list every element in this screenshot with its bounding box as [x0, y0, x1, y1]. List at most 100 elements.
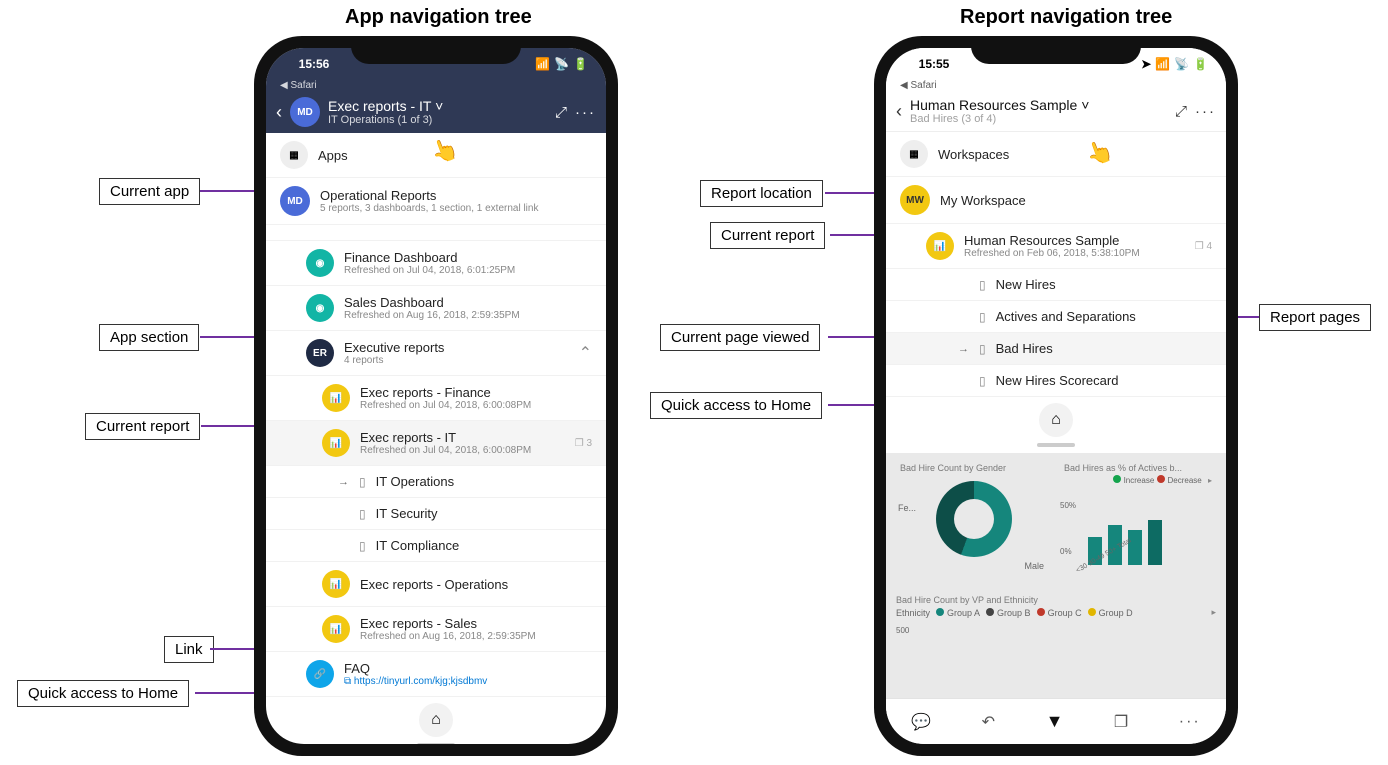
report-page-row[interactable]: ▯ New Hires [886, 269, 1226, 301]
page-icon: ▯ [359, 507, 366, 521]
more-icon[interactable]: ··· [1195, 103, 1216, 120]
left-title: App navigation tree [345, 6, 532, 29]
battery-icon: 🔋 [573, 57, 588, 71]
signal-icon: 📶 [1155, 57, 1170, 71]
status-time: 15:56 [284, 57, 344, 71]
partial-row: . [266, 225, 606, 241]
report-icon: 📊 [322, 615, 350, 643]
callout-quick-home-left: Quick access to Home [17, 680, 189, 707]
chevron-right-icon[interactable]: ▸ [1208, 476, 1212, 485]
back-icon[interactable]: ‹ [896, 101, 902, 122]
right-title: Report navigation tree [960, 6, 1172, 29]
header-avatar: MD [290, 97, 320, 127]
callout-report-location: Report location [700, 180, 823, 207]
chart-label: Male [1024, 561, 1044, 571]
callout-current-report-right: Current report [710, 222, 825, 249]
undo-icon[interactable]: ↶ [982, 712, 995, 732]
header-title[interactable]: Human Resources Sample ˅ [910, 97, 1167, 113]
left-phone-screen: 15:56 📶 📡 🔋 ◀ Safari ‹ MD Exec reports -… [266, 48, 606, 744]
header-subtitle: IT Operations (1 of 3) [328, 114, 547, 126]
more-icon[interactable]: ··· [575, 104, 596, 121]
waterfall-chart[interactable]: Bad Hires as % of Actives b... Increase … [1060, 459, 1216, 589]
workspaces-icon: ▦ [900, 140, 928, 168]
page-icon: ▯ [979, 374, 986, 388]
arrow-right-icon: → [338, 476, 349, 488]
current-app-row[interactable]: MD Operational Reports 5 reports, 3 dash… [266, 178, 606, 225]
left-phone-frame: 15:56 📶 📡 🔋 ◀ Safari ‹ MD Exec reports -… [254, 36, 618, 756]
axis-label: 500 [896, 626, 1216, 635]
header-subtitle: Bad Hires (3 of 4) [910, 113, 1167, 125]
breadcrumb-safari[interactable]: ◀ Safari [266, 80, 606, 91]
header-title[interactable]: Exec reports - IT ˅ [328, 98, 547, 114]
callout-link: Link [164, 636, 214, 663]
drag-handle[interactable] [417, 743, 455, 744]
workspaces-root-row[interactable]: ▦ Workspaces [886, 132, 1226, 177]
report-row[interactable]: 📊 Exec reports - SalesRefreshed on Aug 1… [266, 607, 606, 652]
report-icon: 📊 [322, 384, 350, 412]
callout-quick-home-right: Quick access to Home [650, 392, 822, 419]
report-page-row[interactable]: ▯ IT Security [266, 498, 606, 530]
back-icon[interactable]: ‹ [276, 102, 282, 123]
report-row[interactable]: 📊 Exec reports - Operations [266, 562, 606, 607]
report-page-row[interactable]: ▯ Actives and Separations [886, 301, 1226, 333]
donut-chart[interactable]: Bad Hire Count by Gender Fe... Male [896, 459, 1052, 589]
current-page-row[interactable]: → ▯ Bad Hires [886, 333, 1226, 365]
battery-icon: 🔋 [1193, 57, 1208, 71]
report-icon: 📊 [926, 232, 954, 260]
home-button[interactable]: ⌂ [419, 703, 453, 737]
page-mobile-icon: ▯ [979, 278, 986, 292]
workspace-avatar: MW [900, 185, 930, 215]
axis-label: 50% [1060, 501, 1076, 510]
report-page-row[interactable]: → ▯ IT Operations [266, 466, 606, 498]
callout-report-pages: Report pages [1259, 304, 1371, 331]
chevron-right-icon[interactable]: ▸ [1211, 607, 1216, 618]
dashboard-icon: ◉ [306, 249, 334, 277]
report-page-row[interactable]: ▯ New Hires Scorecard [886, 365, 1226, 397]
current-report-row[interactable]: 📊 Human Resources SampleRefreshed on Feb… [886, 224, 1226, 269]
location-icon: ➤ [1141, 57, 1151, 71]
chart-label: Fe... [898, 503, 916, 513]
signal-icon: 📶 [535, 57, 550, 71]
report-icon: 📊 [322, 570, 350, 598]
expand-icon[interactable]: ⤢ [555, 104, 567, 121]
dashboard-row[interactable]: ◉ Finance DashboardRefreshed on Jul 04, … [266, 241, 606, 286]
more-icon[interactable]: ··· [1179, 713, 1201, 731]
workspace-row[interactable]: MW My Workspace [886, 177, 1226, 224]
link-row[interactable]: 🔗 FAQ⧉ https://tinyurl.com/kjg;kjsdbmv [266, 652, 606, 697]
breadcrumb-safari[interactable]: ◀ Safari [886, 80, 1226, 91]
page-mobile-icon: ▯ [359, 539, 366, 553]
home-icon: ⌂ [431, 711, 441, 729]
drag-handle[interactable] [1037, 443, 1075, 447]
status-time: 15:55 [904, 57, 964, 71]
expand-icon[interactable]: ⤢ [1175, 103, 1187, 120]
chevron-up-icon[interactable]: ⌃ [579, 343, 592, 363]
apps-icon: ▦ [280, 141, 308, 169]
section-row[interactable]: ER Executive reports4 reports ⌃ [266, 331, 606, 376]
page-mobile-icon: ▯ [979, 342, 986, 356]
report-icon: 📊 [322, 429, 350, 457]
app-avatar: MD [280, 186, 310, 216]
pages-icon[interactable]: ❐ [1114, 712, 1128, 732]
current-report-row[interactable]: 📊 Exec reports - ITRefreshed on Jul 04, … [266, 421, 606, 466]
callout-current-report-left: Current report [85, 413, 200, 440]
stacked-bar-chart[interactable]: Bad Hire Count by VP and Ethnicity Ethni… [896, 595, 1216, 635]
comment-icon[interactable]: 💬 [911, 712, 931, 732]
phone-notch [971, 36, 1141, 64]
callout-app-section: App section [99, 324, 199, 351]
page-count-badge: ❐ 4 [1195, 241, 1212, 252]
external-icon: ⧉ [344, 676, 351, 687]
page-icon: ▯ [979, 310, 986, 324]
callout-current-page: Current page viewed [660, 324, 820, 351]
dashboard-row[interactable]: ◉ Sales DashboardRefreshed on Aug 16, 20… [266, 286, 606, 331]
bottom-toolbar: 💬 ↶ ▼ ❐ ··· [886, 698, 1226, 744]
section-avatar: ER [306, 339, 334, 367]
page-count-badge: ❐ 3 [575, 438, 592, 449]
chevron-down-icon: ˅ [435, 98, 443, 114]
home-button[interactable]: ⌂ [1039, 403, 1073, 437]
wifi-icon: 📡 [1174, 57, 1189, 71]
filter-icon[interactable]: ▼ [1046, 711, 1064, 732]
report-row[interactable]: 📊 Exec reports - FinanceRefreshed on Jul… [266, 376, 606, 421]
report-page-row[interactable]: ▯ IT Compliance [266, 530, 606, 562]
page-mobile-icon: ▯ [359, 475, 366, 489]
eth-label: Ethnicity [896, 608, 930, 618]
